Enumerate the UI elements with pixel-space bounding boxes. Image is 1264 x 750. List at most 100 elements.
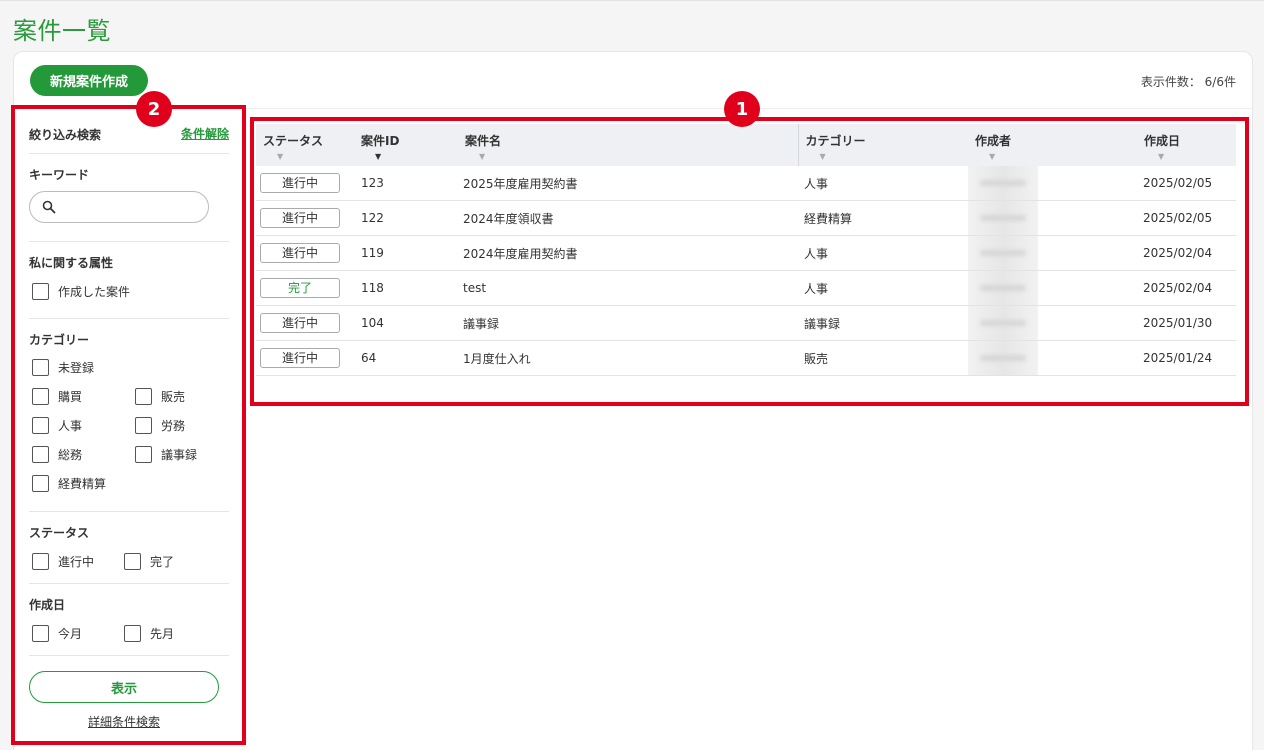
divider — [29, 583, 229, 584]
redacted-creator — [968, 166, 1038, 200]
checkbox-label: 経費精算 — [58, 477, 107, 491]
checkbox-box[interactable] — [32, 359, 49, 376]
annotation-badge-2: 2 — [136, 91, 172, 127]
case-name[interactable]: 2025年度雇用契約書 — [458, 166, 798, 201]
checkbox-box[interactable] — [32, 446, 49, 463]
redacted-creator — [968, 341, 1038, 375]
divider — [29, 318, 229, 319]
checkbox-box[interactable] — [32, 283, 49, 300]
table-row[interactable]: 進行中 119 2024年度雇用契約書 人事 2025/02/04 — [256, 236, 1236, 271]
case-name[interactable]: 議事録 — [458, 306, 798, 341]
status-badge: 進行中 — [260, 243, 340, 263]
case-id: 64 — [361, 351, 377, 365]
search-icon — [42, 200, 56, 214]
checkbox-box[interactable] — [135, 446, 152, 463]
checkbox-category-labor[interactable]: 労務 — [135, 417, 185, 434]
case-creator — [968, 341, 1138, 376]
status-badge: 進行中 — [260, 173, 340, 193]
clear-filter-link[interactable]: 条件解除 — [181, 125, 229, 142]
new-case-button[interactable]: 新規案件作成 — [30, 65, 148, 96]
redacted-creator — [968, 271, 1038, 305]
case-id: 123 — [361, 176, 384, 190]
case-name[interactable]: 2024年度雇用契約書 — [458, 236, 798, 271]
table-row[interactable]: 完了 118 test 人事 2025/02/04 — [256, 271, 1236, 306]
column-label: 案件ID — [361, 134, 400, 148]
column-header-name[interactable]: 案件名 ▼ — [458, 124, 798, 166]
checkbox-category-sales[interactable]: 販売 — [135, 388, 185, 405]
checkbox-box[interactable] — [135, 388, 152, 405]
checkbox-box[interactable] — [124, 553, 141, 570]
table-row[interactable]: 進行中 123 2025年度雇用契約書 人事 2025/02/05 — [256, 166, 1236, 201]
checkbox-category-purchase[interactable]: 購買 — [32, 388, 82, 405]
checkbox-this-month[interactable]: 今月 — [32, 625, 82, 642]
column-header-id[interactable]: 案件ID ▼ — [356, 124, 458, 166]
case-creator — [968, 236, 1138, 271]
divider — [29, 241, 229, 242]
checkbox-category-unregistered[interactable]: 未登録 — [32, 359, 94, 376]
case-name[interactable]: 2024年度領収書 — [458, 201, 798, 236]
table-row[interactable]: 進行中 64 1月度仕入れ 販売 2025/01/24 — [256, 341, 1236, 376]
column-label: カテゴリー — [805, 134, 866, 148]
sort-icon[interactable]: ▼ — [975, 152, 1138, 161]
case-created-date: 2025/01/30 — [1143, 316, 1213, 330]
checkbox-label: 進行中 — [58, 555, 95, 569]
checkbox-box[interactable] — [135, 417, 152, 434]
column-label: 作成日 — [1144, 134, 1181, 148]
sort-icon[interactable]: ▼ — [806, 152, 969, 161]
checkbox-last-month[interactable]: 先月 — [124, 625, 174, 642]
checkbox-category-general[interactable]: 総務 — [32, 446, 82, 463]
status-badge: 進行中 — [260, 208, 340, 228]
checkbox-category-expenses[interactable]: 経費精算 — [32, 475, 106, 492]
advanced-search-link[interactable]: 詳細条件検索 — [29, 713, 219, 730]
case-creator — [968, 271, 1138, 306]
table-row[interactable]: 進行中 104 議事録 議事録 2025/01/30 — [256, 306, 1236, 341]
case-creator — [968, 306, 1138, 341]
checkbox-box[interactable] — [32, 475, 49, 492]
case-table-wrapper: ステータス ▼ 案件ID ▼ 案件名 ▼ カテゴリー ▼ 作成者 ▼ 作成日 ▼… — [256, 124, 1236, 376]
checkbox-box[interactable] — [32, 553, 49, 570]
checkbox-label: 労務 — [161, 419, 186, 433]
checkbox-category-hr[interactable]: 人事 — [32, 417, 82, 434]
sort-icon[interactable]: ▼ — [1144, 152, 1236, 161]
annotation-badge-1: 1 — [724, 91, 760, 127]
display-count: 表示件数： 6/6件 — [1141, 73, 1236, 90]
divider — [29, 655, 229, 656]
case-category: 人事 — [804, 246, 829, 261]
case-category: 販売 — [804, 351, 829, 366]
checkbox-box[interactable] — [32, 388, 49, 405]
checkbox-label: 未登録 — [58, 361, 95, 375]
display-count-value: 6/6件 — [1204, 75, 1236, 89]
filter-header: 絞り込み検索 条件解除 — [29, 126, 229, 154]
table-row[interactable]: 進行中 122 2024年度領収書 経費精算 2025/02/05 — [256, 201, 1236, 236]
column-header-created-date[interactable]: 作成日 ▼ — [1138, 124, 1236, 166]
checkbox-label: 完了 — [150, 555, 175, 569]
checkbox-box[interactable] — [32, 625, 49, 642]
case-id: 119 — [361, 246, 384, 260]
checkbox-category-minutes[interactable]: 議事録 — [135, 446, 197, 463]
sort-icon[interactable]: ▼ — [361, 152, 458, 161]
sort-icon[interactable]: ▼ — [263, 152, 356, 161]
show-button[interactable]: 表示 — [29, 671, 219, 703]
column-header-category[interactable]: カテゴリー ▼ — [797, 124, 969, 166]
mine-label: 私に関する属性 — [29, 256, 114, 270]
column-header-status[interactable]: ステータス ▼ — [256, 124, 356, 166]
filter-title: 絞り込み検索 — [29, 128, 102, 142]
checkbox-status-done[interactable]: 完了 — [124, 553, 174, 570]
redacted-creator — [968, 306, 1038, 340]
checkbox-created-by-me[interactable]: 作成した案件 — [32, 283, 130, 300]
case-creator — [968, 166, 1138, 201]
checkbox-label: 先月 — [150, 627, 175, 641]
checkbox-box[interactable] — [124, 625, 141, 642]
sort-icon[interactable]: ▼ — [465, 152, 798, 161]
keyword-input[interactable] — [64, 198, 194, 218]
created-date-label: 作成日 — [29, 598, 66, 612]
case-id: 118 — [361, 281, 384, 295]
case-name[interactable]: 1月度仕入れ — [458, 341, 798, 376]
keyword-search-box[interactable] — [29, 191, 209, 223]
case-creator — [968, 201, 1138, 236]
checkbox-status-in-progress[interactable]: 進行中 — [32, 553, 94, 570]
checkbox-box[interactable] — [32, 417, 49, 434]
case-created-date: 2025/01/24 — [1143, 351, 1213, 365]
case-name[interactable]: test — [458, 271, 798, 306]
column-header-creator[interactable]: 作成者 ▼ — [968, 124, 1138, 166]
